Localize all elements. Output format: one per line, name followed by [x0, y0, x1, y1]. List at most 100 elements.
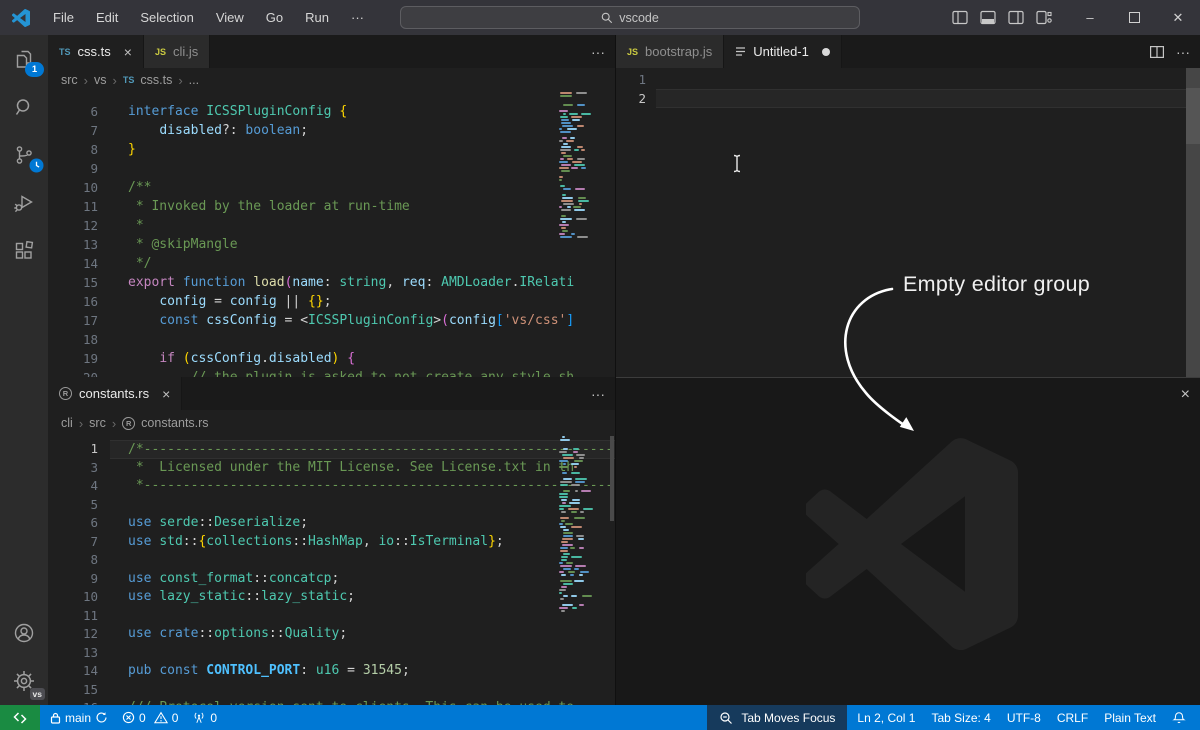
code-line[interactable]: 10use lazy_static::lazy_static;: [48, 588, 615, 607]
code-line[interactable]: 1/*-------------------------------------…: [48, 440, 615, 459]
extensions-icon[interactable]: [0, 227, 48, 275]
code-editor-untitled[interactable]: 12: [616, 68, 1200, 377]
encoding-indicator[interactable]: UTF-8: [1001, 705, 1047, 730]
code-line[interactable]: 13 * @skipMangle: [48, 235, 615, 254]
close-tab-icon[interactable]: ×: [124, 44, 132, 60]
more-actions-icon[interactable]: ···: [591, 44, 605, 60]
code-editor-css-ts[interactable]: 6interface ICSSPluginConfig {7 disabled?…: [48, 92, 615, 377]
annotation-empty-editor-group: Empty editor group: [903, 272, 1090, 297]
code-line[interactable]: 9use const_format::concatcp;: [48, 570, 615, 589]
menu-selection[interactable]: Selection: [131, 6, 202, 29]
menu-bar: File Edit Selection View Go Run ···: [44, 6, 373, 29]
tab-constants-rs[interactable]: R constants.rs ×: [48, 377, 182, 410]
warnings-icon: [154, 711, 168, 724]
search-view-icon[interactable]: [0, 83, 48, 131]
code-line[interactable]: 12 *: [48, 216, 615, 235]
breadcrumb-item[interactable]: ...: [189, 73, 199, 87]
code-line[interactable]: 7 disabled?: boolean;: [48, 121, 615, 140]
editor-scrollbar[interactable]: [1186, 68, 1200, 377]
tab-moves-focus-indicator[interactable]: Tab Moves Focus: [707, 705, 847, 730]
breadcrumb-item[interactable]: cli: [61, 416, 73, 430]
toggle-panel-icon[interactable]: [974, 0, 1002, 35]
code-line[interactable]: 12use crate::options::Quality;: [48, 625, 615, 644]
code-line[interactable]: 14 */: [48, 254, 615, 273]
code-line[interactable]: 7use std::{collections::HashMap, io::IsT…: [48, 533, 615, 552]
menu-go[interactable]: Go: [257, 6, 292, 29]
toggle-secondary-sidebar-icon[interactable]: [1002, 0, 1030, 35]
breadcrumb-item[interactable]: src: [61, 73, 78, 87]
split-editor-icon[interactable]: [1150, 46, 1164, 58]
code-line[interactable]: 11 * Invoked by the loader at run-time: [48, 197, 615, 216]
tab-bootstrap-js[interactable]: JS bootstrap.js: [616, 35, 724, 68]
code-line[interactable]: 8: [48, 551, 615, 570]
breadcrumb-item[interactable]: src: [89, 416, 106, 430]
code-line[interactable]: 14pub const CONTROL_PORT: u16 = 31545;: [48, 662, 615, 681]
code-line[interactable]: 3 * Licensed under the MIT License. See …: [48, 459, 615, 478]
ports-indicator[interactable]: 0: [186, 705, 223, 730]
language-mode-indicator[interactable]: Plain Text: [1098, 705, 1162, 730]
breadcrumbs: src› vs› TS css.ts› ...: [48, 68, 615, 92]
menu-run[interactable]: Run: [296, 6, 338, 29]
problems-indicator[interactable]: 0 0: [116, 705, 184, 730]
unsaved-changes-dot[interactable]: [822, 48, 830, 56]
run-debug-icon[interactable]: [0, 179, 48, 227]
code-line[interactable]: 4 *-------------------------------------…: [48, 477, 615, 496]
tab-css-ts[interactable]: TS css.ts ×: [48, 35, 144, 68]
minimap[interactable]: [558, 436, 588, 616]
toggle-primary-sidebar-icon[interactable]: [946, 0, 974, 35]
more-actions-icon[interactable]: ···: [591, 386, 605, 402]
close-group-icon[interactable]: ×: [1181, 386, 1190, 404]
code-line[interactable]: 9: [48, 159, 615, 178]
close-window-button[interactable]: ✕: [1156, 0, 1200, 35]
tab-cli-js[interactable]: JS cli.js: [144, 35, 210, 68]
cursor-position-indicator[interactable]: Ln 2, Col 1: [851, 705, 921, 730]
code-line[interactable]: 10/**: [48, 178, 615, 197]
code-line[interactable]: 16 config = config || {};: [48, 292, 615, 311]
code-line[interactable]: 15: [48, 681, 615, 700]
code-line[interactable]: 20 // the plugin is asked to not create …: [48, 368, 615, 377]
editor-sash-vertical[interactable]: [615, 35, 616, 705]
editor-sash-horizontal[interactable]: [616, 377, 1200, 378]
code-line[interactable]: 11: [48, 607, 615, 626]
radio-tower-icon: [192, 711, 206, 724]
close-tab-icon[interactable]: ×: [162, 386, 170, 402]
explorer-icon[interactable]: 1: [0, 35, 48, 83]
code-line[interactable]: 15export function load(name: string, req…: [48, 273, 615, 292]
notifications-bell-icon[interactable]: [1166, 705, 1192, 730]
minimap[interactable]: [558, 92, 588, 242]
code-line[interactable]: 13: [48, 644, 615, 663]
source-control-icon[interactable]: [0, 131, 48, 179]
vscode-watermark-logo: [806, 438, 1018, 650]
breadcrumb-item[interactable]: css.ts: [140, 73, 172, 87]
breadcrumb-item[interactable]: constants.rs: [141, 416, 208, 430]
code-line[interactable]: 18: [48, 330, 615, 349]
code-editor-constants-rs[interactable]: 1/*-------------------------------------…: [48, 436, 615, 705]
menu-edit[interactable]: Edit: [87, 6, 127, 29]
code-line[interactable]: 5: [48, 496, 615, 515]
minimize-button[interactable]: –: [1068, 0, 1112, 35]
breadcrumb-item[interactable]: vs: [94, 73, 107, 87]
activity-bar: 1: [0, 35, 48, 705]
tab-untitled-1[interactable]: Untitled-1: [724, 35, 842, 68]
code-line[interactable]: 6use serde::Deserialize;: [48, 514, 615, 533]
maximize-button[interactable]: [1112, 0, 1156, 35]
minimap-scrollbar[interactable]: [610, 436, 614, 521]
branch-indicator[interactable]: main: [44, 705, 114, 730]
indentation-indicator[interactable]: Tab Size: 4: [925, 705, 996, 730]
more-actions-icon[interactable]: ···: [1176, 44, 1190, 60]
settings-gear-icon[interactable]: vs: [0, 657, 48, 705]
menu-file[interactable]: File: [44, 6, 83, 29]
code-line[interactable]: 6interface ICSSPluginConfig {: [48, 102, 615, 121]
menu-view[interactable]: View: [207, 6, 253, 29]
code-line[interactable]: 8}: [48, 140, 615, 159]
eol-indicator[interactable]: CRLF: [1051, 705, 1094, 730]
accounts-icon[interactable]: [0, 609, 48, 657]
menu-overflow[interactable]: ···: [342, 6, 373, 29]
remote-indicator[interactable]: [0, 705, 40, 730]
code-line[interactable]: 2: [616, 89, 1200, 108]
code-line[interactable]: 19 if (cssConfig.disabled) {: [48, 349, 615, 368]
code-line[interactable]: 17 const cssConfig = <ICSSPluginConfig>(…: [48, 311, 615, 330]
command-center-search[interactable]: vscode: [400, 6, 860, 29]
code-line[interactable]: 1: [616, 70, 1200, 89]
customize-layout-icon[interactable]: [1030, 0, 1058, 35]
